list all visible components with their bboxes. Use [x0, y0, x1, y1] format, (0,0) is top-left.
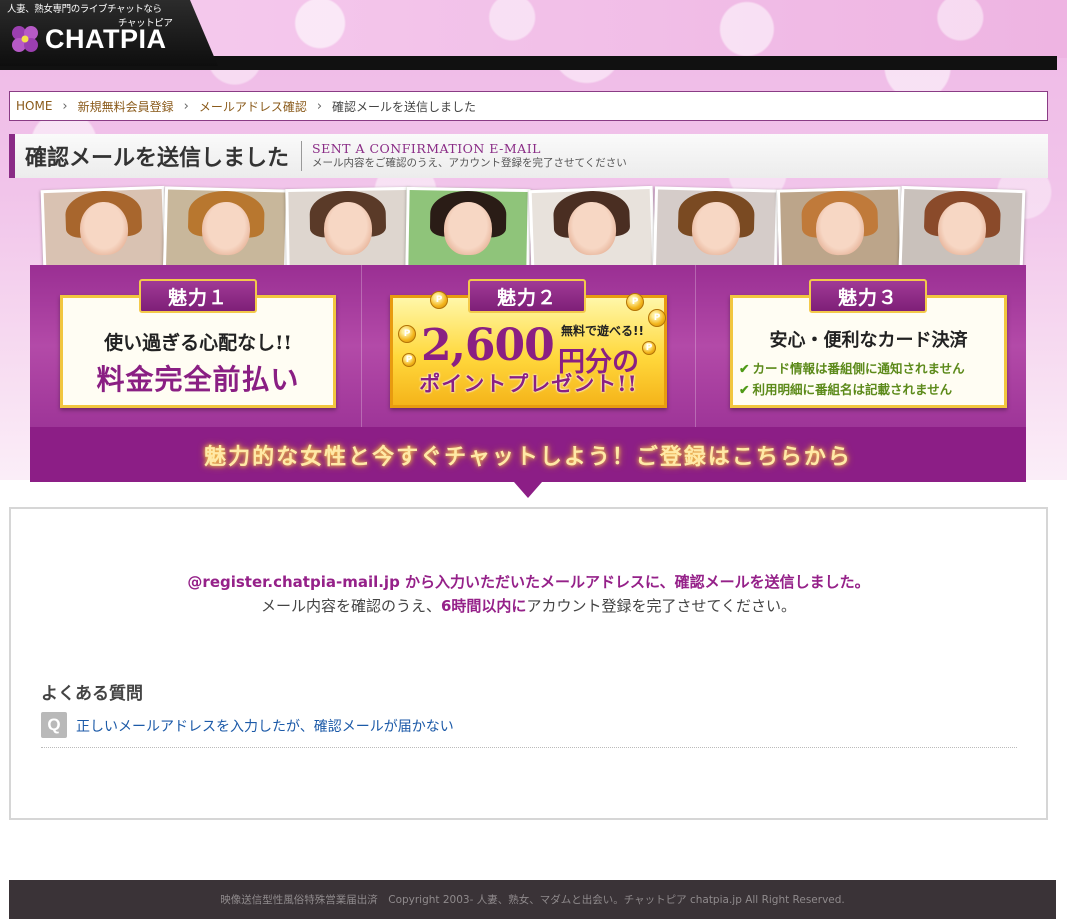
faq-link[interactable]: 正しいメールアドレスを入力したが、確認メールが届かない [76, 716, 454, 736]
signup-cta-text[interactable]: 魅力的な女性と今すぐチャットしよう！ご登録はこちらから [204, 439, 852, 471]
performer-photo-strip[interactable] [30, 185, 1026, 273]
breadcrumb-signup[interactable]: 新規無料会員登録 [78, 98, 174, 115]
feature-3-line1: 安心・便利なカード決済 [769, 330, 968, 351]
breadcrumb: HOME › 新規無料会員登録 › メールアドレス確認 › 確認メールを送信しま… [9, 91, 1048, 121]
instruction-deadline: 6時間以内に [441, 597, 527, 615]
feature-panel[interactable]: 使い過ぎる心配なし!! 料金完全前払い 魅力１ 2,600 円分の 無料で遊べる… [30, 265, 1026, 427]
feature-1-tab: 魅力１ [139, 279, 257, 313]
title-divider [301, 141, 303, 171]
performer-photo[interactable] [776, 186, 904, 272]
logo-tagline: 人妻、熟女専門のライブチャットなら [7, 4, 162, 15]
performer-photo[interactable] [285, 186, 411, 272]
performer-photo[interactable] [898, 185, 1026, 273]
coin-icon: P [398, 325, 416, 343]
signup-cta-banner[interactable]: 魅力的な女性と今すぐチャットしよう！ご登録はこちらから [30, 427, 1026, 482]
feature-2-present: ポイントプレゼント!! [419, 371, 638, 396]
feature-2-amount: 2,600 [421, 320, 555, 371]
chevron-right-icon: › [183, 98, 189, 114]
confirmation-message: @register.chatpia-mail.jp から入力いただいたメールアド… [187, 573, 870, 591]
breadcrumb-email-confirm[interactable]: メールアドレス確認 [199, 98, 307, 115]
feature-1-line2: 料金完全前払い [96, 363, 300, 396]
feature-2-tab: 魅力２ [468, 279, 586, 313]
breadcrumb-current: 確認メールを送信しました [332, 99, 477, 114]
coin-icon: P [402, 353, 416, 367]
feature-3-check-1-label: カード情報は番組側に通知されません [752, 361, 965, 376]
feature-3-check-1: ✔ カード情報は番組側に通知されません [739, 358, 1004, 377]
cta-arrow-icon [514, 482, 542, 498]
flower-logo-icon [12, 26, 38, 52]
coin-icon: P [648, 309, 666, 327]
feature-3-check-2-label: 利用明細に番組名は記載されません [752, 382, 953, 397]
coin-icon: P [626, 293, 644, 311]
performer-photo[interactable] [40, 185, 168, 273]
faq-heading: よくある質問 [41, 684, 143, 704]
title-subtitle-group: SENT A CONFIRMATION E-MAIL メール内容をご確認のうえ、… [312, 142, 627, 170]
chevron-right-icon: › [62, 98, 68, 114]
coin-icon: P [642, 341, 656, 355]
performer-photo[interactable] [528, 185, 656, 273]
feature-3-check-2: ✔ 利用明細に番組名は記載されません [739, 379, 1004, 398]
coin-icon: P [430, 291, 448, 309]
footer: 映像送信型性風俗特殊営業届出済 Copyright 2003- 人妻、熟女、マダ… [9, 880, 1056, 919]
page-title: 確認メールを送信しました [25, 145, 290, 171]
performer-photo[interactable] [162, 186, 290, 272]
confirmation-instruction: メール内容を確認のうえ、6時間以内にアカウント登録を完了させてください。 [11, 595, 1046, 616]
chevron-right-icon: › [316, 98, 323, 114]
footer-copyright: 映像送信型性風俗特殊営業届出済 Copyright 2003- 人妻、熟女、マダ… [220, 894, 845, 906]
checkmark-icon: ✔ [739, 361, 750, 376]
confirmation-box: @register.chatpia-mail.jp から入力いただいたメールアド… [9, 507, 1048, 820]
instruction-pre: メール内容を確認のうえ、 [260, 597, 441, 615]
site-logo[interactable]: 人妻、熟女専門のライブチャットなら チャットピア CHATPIA [0, 0, 218, 66]
performer-photo[interactable] [652, 186, 780, 272]
breadcrumb-home[interactable]: HOME [16, 99, 52, 113]
logo-wordmark: CHATPIA [45, 24, 167, 54]
feature-2-free: 無料で遊べる!! [561, 324, 644, 338]
faq-item[interactable]: Q 正しいメールアドレスを入力したが、確認メールが届かない [41, 712, 1017, 748]
title-subtitle-en: SENT A CONFIRMATION E-MAIL [312, 141, 541, 156]
title-subtitle-jp: メール内容をご確認のうえ、アカウント登録を完了させてください [312, 157, 627, 169]
performer-photo[interactable] [405, 186, 531, 272]
feature-1-line1: 使い過ぎる心配なし!! [104, 332, 292, 354]
feature-divider [361, 265, 362, 427]
checkmark-icon: ✔ [739, 382, 750, 397]
page-title-bar: 確認メールを送信しました SENT A CONFIRMATION E-MAIL … [9, 134, 1048, 178]
instruction-post: アカウント登録を完了させてください。 [526, 597, 797, 615]
feature-divider [695, 265, 696, 427]
question-icon: Q [41, 712, 67, 738]
feature-3-tab: 魅力３ [809, 279, 927, 313]
